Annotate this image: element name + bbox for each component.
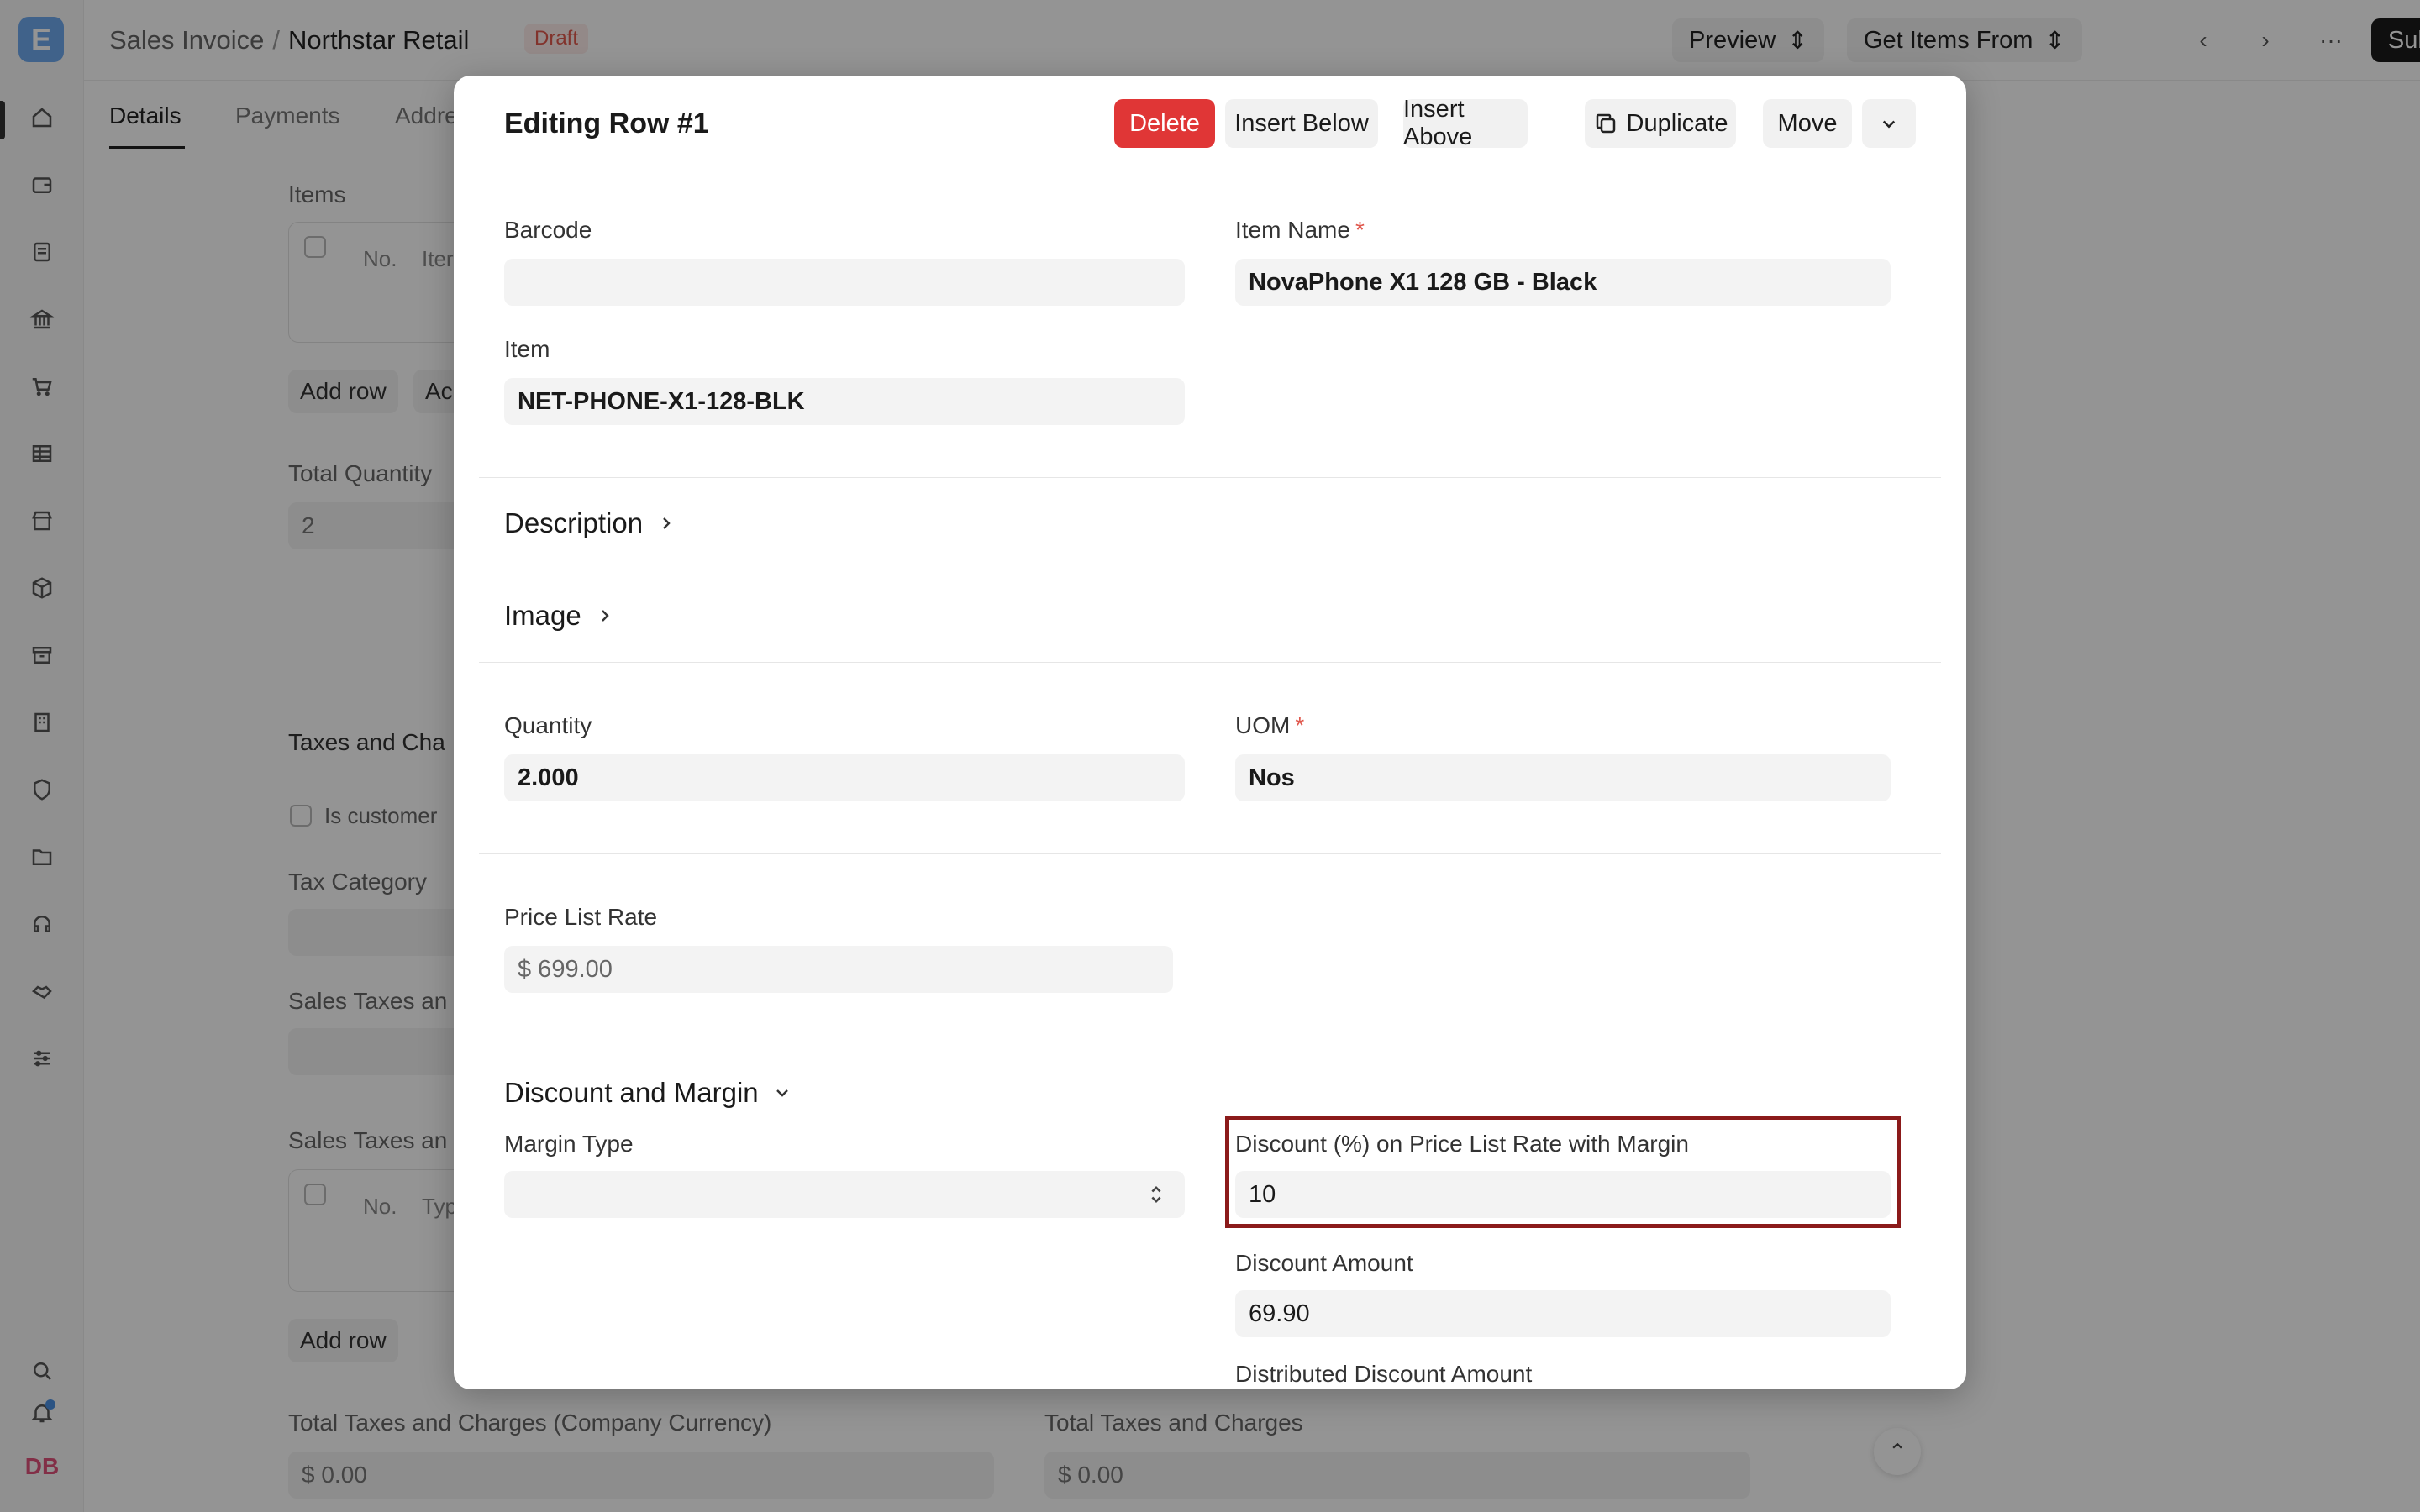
description-section-toggle[interactable]: Description <box>504 507 676 539</box>
edit-row-dialog: Editing Row #1 Delete Insert Below Inser… <box>454 76 1966 1389</box>
required-mark: * <box>1355 217 1365 243</box>
margin-type-select[interactable] <box>504 1171 1185 1218</box>
dialog-title: Editing Row #1 <box>504 108 709 139</box>
uom-label: UOM * <box>1235 712 1304 739</box>
barcode-label: Barcode <box>504 217 592 243</box>
focus-highlight <box>1225 1116 1901 1228</box>
item-name-input[interactable]: NovaPhone X1 128 GB - Black <box>1235 259 1891 306</box>
quantity-label: Quantity <box>504 712 592 738</box>
image-section-title: Image <box>504 600 581 631</box>
item-name-label-text: Item Name <box>1235 217 1350 243</box>
more-actions-button[interactable] <box>1862 99 1916 148</box>
price-list-rate-input: $ 699.00 <box>504 946 1173 993</box>
move-button[interactable]: Move <box>1763 99 1852 148</box>
item-input[interactable]: NET-PHONE-X1-128-BLK <box>504 378 1185 425</box>
chevron-right-icon <box>601 610 609 622</box>
chevron-down-icon <box>776 1089 788 1097</box>
divider <box>479 477 1941 478</box>
margin-type-label: Margin Type <box>504 1131 634 1157</box>
insert-below-button[interactable]: Insert Below <box>1225 99 1378 148</box>
updown-icon <box>1144 1183 1168 1206</box>
price-list-rate-label: Price List Rate <box>504 904 658 930</box>
distributed-discount-label: Distributed Discount Amount <box>1235 1361 1533 1387</box>
discount-margin-section-toggle[interactable]: Discount and Margin <box>504 1077 792 1109</box>
image-section-toggle[interactable]: Image <box>504 600 615 632</box>
quantity-input[interactable]: 2.000 <box>504 754 1185 801</box>
description-section-title: Description <box>504 507 644 538</box>
divider <box>479 853 1941 854</box>
barcode-input[interactable] <box>504 259 1185 306</box>
required-mark: * <box>1295 712 1305 738</box>
copy-icon <box>1596 113 1615 134</box>
item-name-label: Item Name * <box>1235 217 1365 244</box>
discount-margin-section-title: Discount and Margin <box>504 1077 759 1108</box>
duplicate-label: Duplicate <box>1626 109 1728 137</box>
discount-amount-input[interactable]: 69.90 <box>1235 1290 1891 1337</box>
item-label: Item <box>504 336 550 362</box>
insert-above-button[interactable]: Insert Above <box>1403 96 1528 150</box>
discount-amount-label: Discount Amount <box>1235 1250 1413 1276</box>
chevron-down-icon <box>1882 120 1896 129</box>
divider <box>479 662 1941 663</box>
duplicate-button[interactable]: Duplicate <box>1585 99 1736 148</box>
chevron-right-icon <box>663 517 671 529</box>
uom-input[interactable]: Nos <box>1235 754 1891 801</box>
uom-label-text: UOM <box>1235 712 1291 738</box>
delete-button[interactable]: Delete <box>1114 99 1215 148</box>
